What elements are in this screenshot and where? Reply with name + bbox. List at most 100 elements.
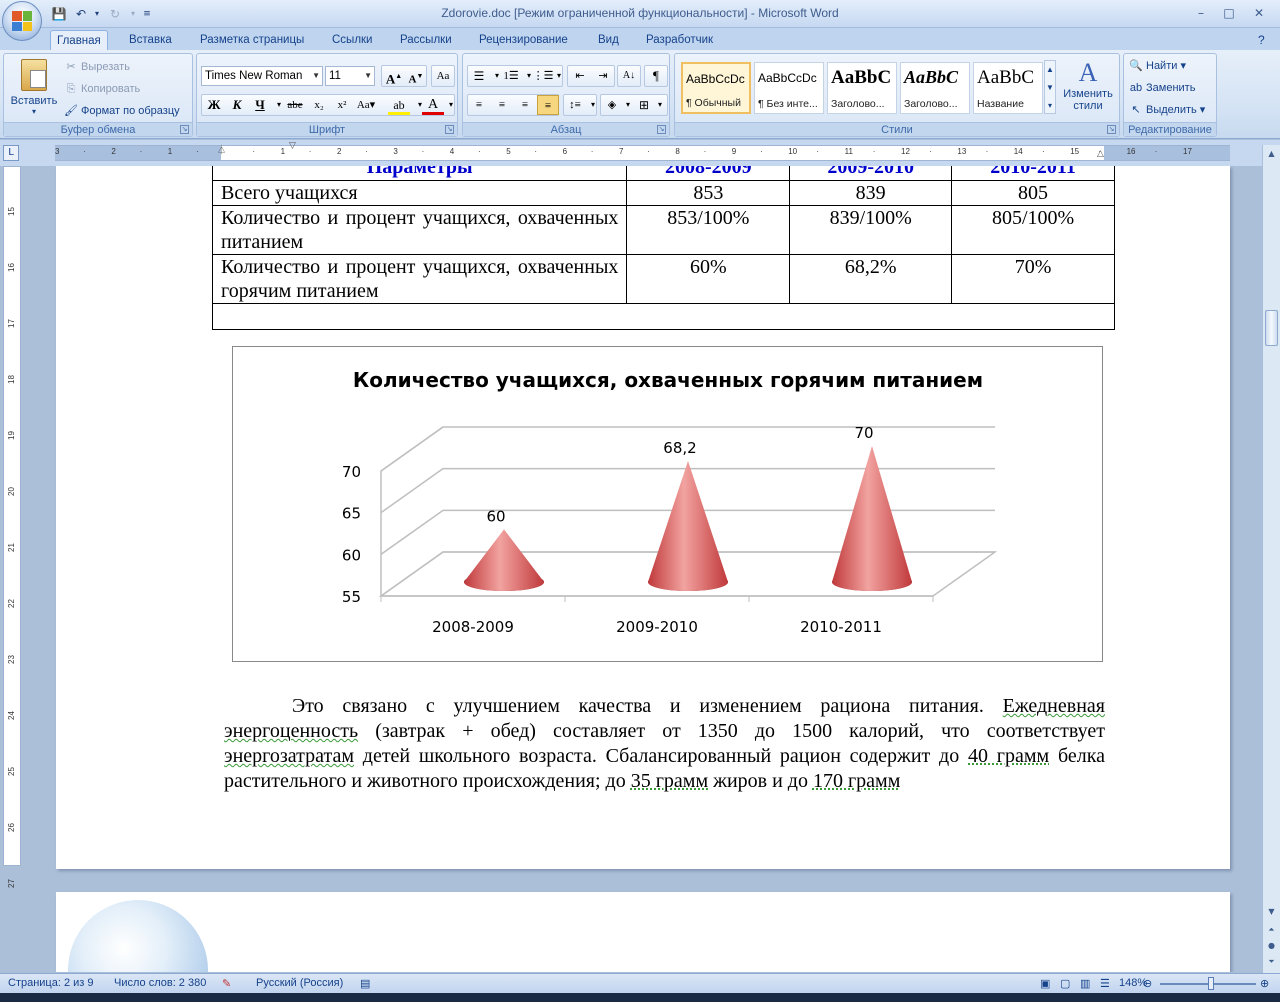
grammar-flag: энергозатратам xyxy=(224,745,354,767)
vertical-scrollbar[interactable]: ▲ ▼ ⏶ ● ⏷ xyxy=(1262,145,1280,973)
sentence: Это связано с улучшением качества и изме… xyxy=(292,695,984,717)
font-name-combo[interactable]: Times New Roman ▼ xyxy=(201,66,323,86)
shrink-font-icon[interactable]: A▼ xyxy=(405,66,427,86)
right-indent-marker-icon[interactable]: △ xyxy=(1097,149,1104,159)
ruler-tick: 11 xyxy=(844,147,853,156)
maximize-button[interactable]: □ xyxy=(1218,4,1240,22)
font-color-dropdown-icon[interactable]: ▾ xyxy=(440,95,462,115)
bold-icon[interactable]: Ж xyxy=(203,95,225,115)
word-count[interactable]: Число слов: 2 380 xyxy=(114,977,206,989)
ruler-tick: 2 xyxy=(337,147,342,156)
grow-font-icon[interactable]: A▲ xyxy=(383,66,405,86)
full-screen-view-icon[interactable]: ▢ xyxy=(1060,977,1070,990)
tab-references[interactable]: Ссылки xyxy=(326,30,379,50)
copy-button[interactable]: ⎘ Копировать xyxy=(64,82,141,96)
superscript-icon[interactable]: x² xyxy=(331,95,353,115)
tab-mailings[interactable]: Рассылки xyxy=(394,30,458,50)
align-left-icon[interactable]: ≡ xyxy=(468,95,490,115)
styles-scroll[interactable]: ▲ ▼ ▾ xyxy=(1044,60,1056,114)
horizontal-ruler[interactable]: 3 · 2 · 1 · · 1 · 2 · 3 · 4 · 5 · 6 · 7 · 8 · 9 · 10 · 11 · 12 · 13 · 14 ·… xyxy=(55,141,1230,161)
sort-icon[interactable]: А↓ xyxy=(618,66,640,86)
tab-review[interactable]: Рецензирование xyxy=(473,30,574,50)
find-button[interactable]: 🔍 Найти ▾ xyxy=(1129,59,1186,73)
replace-label: Заменить xyxy=(1146,81,1196,94)
window-title: Zdorovie.doc [Режим ограниченной функцио… xyxy=(441,6,839,20)
subscript-icon[interactable]: x₂ xyxy=(308,95,330,115)
select-button[interactable]: ↖ Выделить ▾ xyxy=(1129,103,1205,117)
prev-page-icon[interactable]: ⏶ xyxy=(1265,923,1278,937)
style-name: Заголово... xyxy=(831,98,885,110)
style-no-spacing[interactable]: AaBbCcDc ¶ Без инте... xyxy=(754,62,824,114)
ruler-tick: 6 xyxy=(562,147,568,156)
zoom-out-icon[interactable]: ⊖ xyxy=(1143,977,1152,990)
clipboard-launcher-icon[interactable]: ↘ xyxy=(180,125,189,134)
paste-button[interactable]: Вставить ▾ xyxy=(8,57,60,119)
tab-developer[interactable]: Разработчик xyxy=(640,30,719,50)
italic-icon[interactable]: К xyxy=(226,95,248,115)
align-center-icon[interactable]: ≡ xyxy=(491,95,513,115)
tab-insert[interactable]: Вставка xyxy=(123,30,178,50)
decrease-indent-icon[interactable]: ⇤ xyxy=(569,66,591,86)
pilcrow-icon[interactable]: ¶ xyxy=(645,66,667,86)
style-sample: AaBbCcDc xyxy=(758,71,817,85)
format-painter-button[interactable]: 🖌 Формат по образцу xyxy=(64,104,180,118)
change-styles-button[interactable]: A Изменить стили xyxy=(1059,58,1117,112)
close-button[interactable]: ✕ xyxy=(1248,4,1270,22)
style-heading1[interactable]: AaBbC Заголово... xyxy=(827,62,897,114)
strikethrough-icon[interactable]: abe xyxy=(284,95,306,115)
tab-selector[interactable]: L xyxy=(3,145,19,161)
tab-home[interactable]: Главная xyxy=(50,30,108,50)
next-page-icon[interactable]: ⏷ xyxy=(1265,955,1278,969)
browse-object-icon[interactable]: ● xyxy=(1265,939,1278,953)
tab-page-layout[interactable]: Разметка страницы xyxy=(194,30,310,50)
change-case-icon[interactable]: Aa▾ xyxy=(355,95,377,115)
borders-dropdown-icon[interactable]: ▾ xyxy=(649,95,671,115)
increase-indent-icon[interactable]: ⇥ xyxy=(592,66,614,86)
document-area[interactable]: Параметры 2008-2009 2009-2010 2010-2011 … xyxy=(24,166,1262,972)
minimize-button[interactable]: – xyxy=(1190,4,1212,22)
ruler-tick: · xyxy=(196,147,199,156)
font-size-combo[interactable]: 11 ▼ xyxy=(325,66,375,86)
justify-icon[interactable]: ≡ xyxy=(537,95,559,115)
web-layout-view-icon[interactable]: ▥ xyxy=(1080,977,1090,990)
font-name-dropdown-icon: ▼ xyxy=(312,71,320,80)
left-indent-marker-icon[interactable]: ⏃ xyxy=(217,143,226,156)
cut-button[interactable]: ✂ Вырезать xyxy=(64,60,130,74)
page[interactable]: Параметры 2008-2009 2009-2010 2010-2011 … xyxy=(56,166,1230,869)
replace-button[interactable]: ab Заменить xyxy=(1129,81,1196,95)
align-right-icon[interactable]: ≡ xyxy=(514,95,536,115)
language-indicator[interactable]: Русский (Россия) xyxy=(256,977,343,989)
font-launcher-icon[interactable]: ↘ xyxy=(445,125,454,134)
ruler-tick: · xyxy=(760,147,763,156)
page-indicator[interactable]: Страница: 2 из 9 xyxy=(8,977,94,989)
style-sample: AaBbC xyxy=(831,67,892,88)
office-button[interactable] xyxy=(2,1,42,41)
copy-icon: ⎘ xyxy=(66,83,76,95)
zoom-slider-thumb[interactable] xyxy=(1208,977,1214,990)
scroll-up-icon[interactable]: ▲ xyxy=(1265,147,1278,161)
tab-view[interactable]: Вид xyxy=(592,30,625,50)
styles-launcher-icon[interactable]: ↘ xyxy=(1107,125,1116,134)
help-icon[interactable]: ? xyxy=(1258,30,1265,50)
vertical-ruler[interactable]: 15 16 17 18 19 20 21 22 23 24 25 26 27 xyxy=(3,166,21,888)
ruler-tick: · xyxy=(478,147,481,156)
proofing-icon[interactable]: ✎ xyxy=(222,977,231,990)
scroll-thumb[interactable] xyxy=(1265,310,1278,346)
chart-container[interactable]: Количество учащихся, охваченных горячим … xyxy=(232,346,1103,662)
highlight-icon[interactable]: ab xyxy=(388,95,410,115)
line-spacing-bar: ↕≡ ▾ xyxy=(563,94,597,116)
scroll-down-icon[interactable]: ▼ xyxy=(1265,905,1278,919)
clear-formatting-icon[interactable]: Aа xyxy=(432,66,454,86)
page[interactable] xyxy=(56,892,1230,972)
ribbon: Вставить ▾ ✂ Вырезать ⎘ Копировать 🖌 Формат… xyxy=(0,50,1280,139)
zoom-in-icon[interactable]: ⊕ xyxy=(1260,977,1269,990)
print-layout-view-icon[interactable]: ▣ xyxy=(1040,977,1050,990)
outline-view-icon[interactable]: ☰ xyxy=(1100,977,1110,990)
macro-record-icon[interactable]: ▤ xyxy=(360,977,370,990)
style-heading2[interactable]: AaBbC Заголово... xyxy=(900,62,970,114)
paragraph-launcher-icon[interactable]: ↘ xyxy=(657,125,666,134)
grammar-flag: Ежедневная xyxy=(1002,695,1105,717)
style-title[interactable]: AaBbC Название xyxy=(973,62,1043,114)
style-normal[interactable]: AaBbCcDc ¶ Обычный xyxy=(681,62,751,114)
first-line-indent-icon[interactable]: ▽ xyxy=(289,141,296,151)
